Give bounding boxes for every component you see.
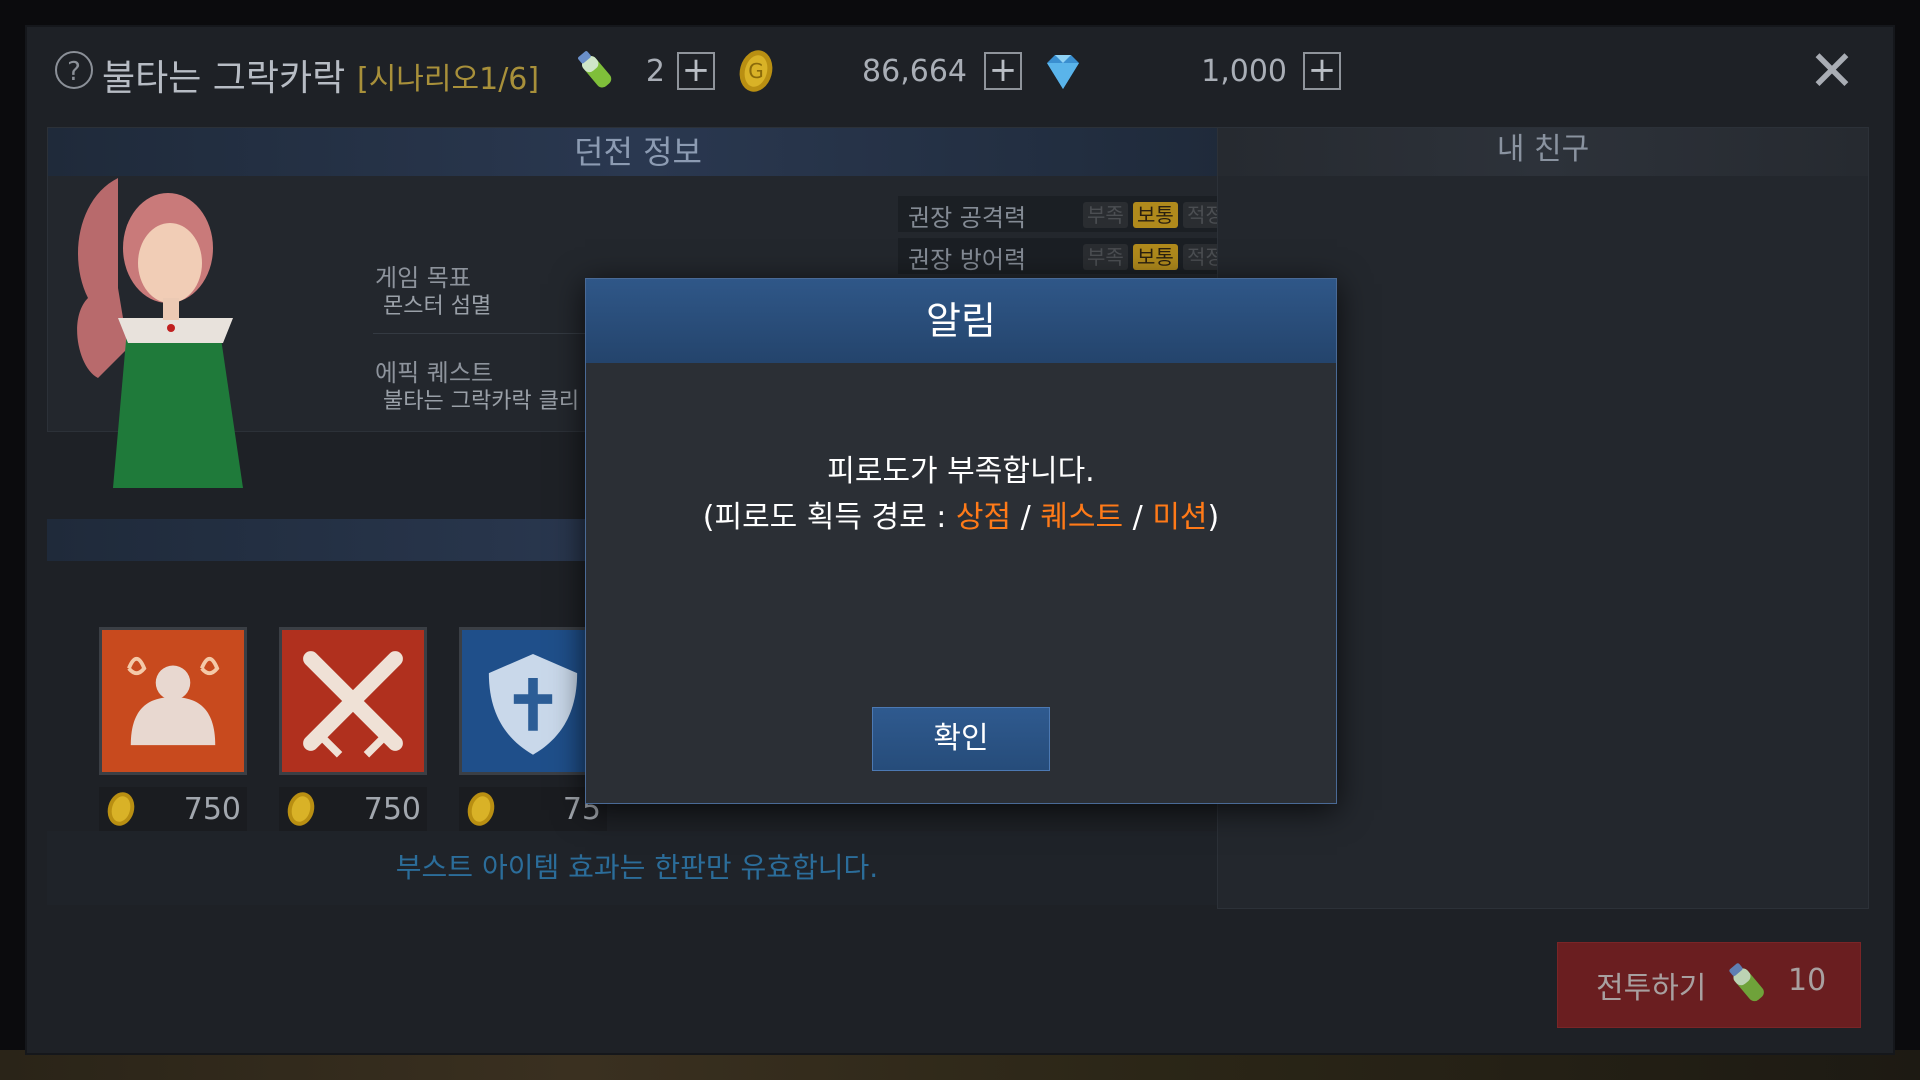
- route-separator: /: [1123, 500, 1153, 535]
- gold-coin-icon: [287, 792, 315, 826]
- boost-item[interactable]: 750: [279, 627, 427, 831]
- epic-quest-value: 불타는 그락카락 클리: [383, 389, 580, 414]
- recommended-attack-row: 권장 공격력 부족 보통 적정: [898, 196, 1253, 232]
- gem-icon: [1047, 55, 1079, 89]
- dialog-message: 피로도가 부족합니다. (피로도 획득 경로 : 상점 / 퀘스트 / 미션): [586, 449, 1336, 541]
- gold-coin-icon: G: [739, 50, 773, 92]
- game-scene-background: [0, 1050, 1920, 1080]
- stat-tag-low: 부족: [1083, 244, 1128, 270]
- stat-tag-normal: 보통: [1133, 244, 1178, 270]
- help-icon[interactable]: ?: [55, 51, 93, 89]
- stat-tag-low: 부족: [1083, 202, 1128, 228]
- top-resource-bar: ? 불타는 그락카락 [시나리오1/6] 2 + G 86,664 + 1,00…: [27, 27, 1893, 117]
- fatigue-value: 2: [645, 54, 665, 89]
- svg-text:G: G: [748, 59, 764, 83]
- route-prefix: (피로도 획득 경로 :: [702, 500, 956, 535]
- character-portrait: [77, 178, 243, 488]
- battle-button[interactable]: 전투하기 10: [1557, 942, 1861, 1028]
- close-icon[interactable]: ✕: [1807, 44, 1857, 100]
- boost-price: 750: [99, 787, 247, 831]
- dialog-message-line2: (피로도 획득 경로 : 상점 / 퀘스트 / 미션): [586, 495, 1336, 541]
- dungeon-title: 불타는 그락카락: [102, 58, 346, 99]
- boost-price-value: 750: [363, 792, 421, 827]
- boost-price: 750: [279, 787, 427, 831]
- sword-boost-icon[interactable]: [279, 627, 427, 775]
- gold-value: 86,664: [862, 54, 967, 89]
- route-separator: /: [1011, 500, 1041, 535]
- add-fatigue-button[interactable]: +: [677, 52, 715, 90]
- recommended-attack-label: 권장 공격력: [908, 204, 1027, 232]
- gold-coin-icon: [107, 792, 135, 826]
- fatigue-potion-icon: [578, 51, 612, 88]
- gem-value: 1,000: [1201, 54, 1287, 89]
- route-shop-link[interactable]: 상점: [956, 500, 1011, 535]
- strength-boost-icon[interactable]: [99, 627, 247, 775]
- fatigue-potion-icon: [1729, 963, 1764, 1002]
- route-suffix: ): [1207, 500, 1220, 535]
- route-quest-link[interactable]: 퀘스트: [1040, 500, 1123, 535]
- add-gem-button[interactable]: +: [1303, 52, 1341, 90]
- boost-price-value: 750: [183, 792, 241, 827]
- dialog-title: 알림: [586, 279, 1336, 363]
- confirm-button[interactable]: 확인: [872, 707, 1050, 771]
- recommended-defense-row: 권장 방어력 부족 보통 적정: [898, 238, 1253, 274]
- friends-title: 내 친구: [1218, 128, 1868, 176]
- dialog-message-line1: 피로도가 부족합니다.: [827, 454, 1095, 489]
- add-gold-button[interactable]: +: [984, 52, 1022, 90]
- scenario-progress: [시나리오1/6]: [357, 62, 540, 97]
- route-mission-link[interactable]: 미션: [1152, 500, 1207, 535]
- game-goal-value: 몬스터 섬멸: [383, 294, 492, 319]
- boost-item[interactable]: 750: [99, 627, 247, 831]
- battle-cost-value: 10: [1788, 963, 1827, 998]
- battle-button-label: 전투하기: [1596, 971, 1707, 1006]
- boost-note: 부스트 아이템 효과는 한판만 유효합니다.: [47, 831, 1227, 905]
- stat-tag-normal: 보통: [1133, 202, 1178, 228]
- notice-dialog: 알림 피로도가 부족합니다. (피로도 획득 경로 : 상점 / 퀘스트 / 미…: [585, 278, 1337, 804]
- gold-coin-icon: [467, 792, 495, 826]
- recommended-defense-label: 권장 방어력: [908, 246, 1027, 274]
